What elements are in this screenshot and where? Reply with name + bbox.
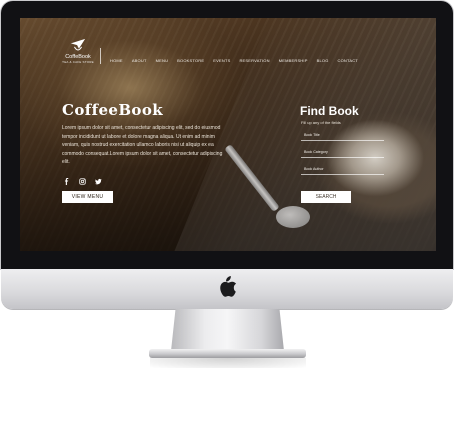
facebook-icon[interactable] <box>63 172 70 185</box>
hero-description: Lorem ipsum dolor sit amet, consectetur … <box>62 125 223 166</box>
instagram-icon[interactable] <box>79 172 86 185</box>
apple-logo-icon <box>220 276 237 297</box>
logo-divider <box>100 48 101 64</box>
nav-about[interactable]: ABOUT <box>132 58 147 63</box>
view-menu-button[interactable]: VIEW MENU <box>62 191 113 203</box>
stand-neck <box>171 309 284 351</box>
site-logo[interactable]: CoffeBook TEA & CAFE STORE <box>60 38 96 64</box>
spoon-bowl <box>276 206 310 228</box>
paper-plane-cup-icon <box>70 38 86 51</box>
search-button[interactable]: SEARCH <box>301 191 351 203</box>
book-title-field[interactable]: Book Title <box>301 130 384 141</box>
book-author-field[interactable]: Book Author <box>301 164 384 175</box>
monitor-bezel: CoffeBook TEA & CAFE STORE HOME ABOUT ME… <box>1 1 453 269</box>
nav-home[interactable]: HOME <box>110 58 123 63</box>
nav-reservation[interactable]: RESERVATION <box>239 58 269 63</box>
find-book-title: Find Book <box>300 104 359 118</box>
nav-membership[interactable]: MEMBERSHIP <box>279 58 308 63</box>
twitter-icon[interactable] <box>95 172 102 185</box>
social-links <box>63 172 102 185</box>
main-nav: HOME ABOUT MENU BOOKSTORE EVENTS RESERVA… <box>110 58 367 63</box>
nav-contact[interactable]: CONTACT <box>338 58 358 63</box>
nav-menu[interactable]: MENU <box>156 58 169 63</box>
hero-title: CoffeeBook <box>62 101 164 119</box>
imac-mockup: CoffeBook TEA & CAFE STORE HOME ABOUT ME… <box>0 0 455 428</box>
website-screen: CoffeBook TEA & CAFE STORE HOME ABOUT ME… <box>20 18 436 251</box>
find-book-subtitle: Fill up any of the fields <box>301 120 341 125</box>
nav-bookstore[interactable]: BOOKSTORE <box>177 58 204 63</box>
stand-shadow <box>150 358 306 368</box>
stand-base <box>149 349 306 358</box>
nav-events[interactable]: EVENTS <box>213 58 230 63</box>
logo-tagline: TEA & CAFE STORE <box>62 60 94 64</box>
nav-blog[interactable]: BLOG <box>317 58 329 63</box>
book-category-field[interactable]: Book Category <box>301 147 384 158</box>
